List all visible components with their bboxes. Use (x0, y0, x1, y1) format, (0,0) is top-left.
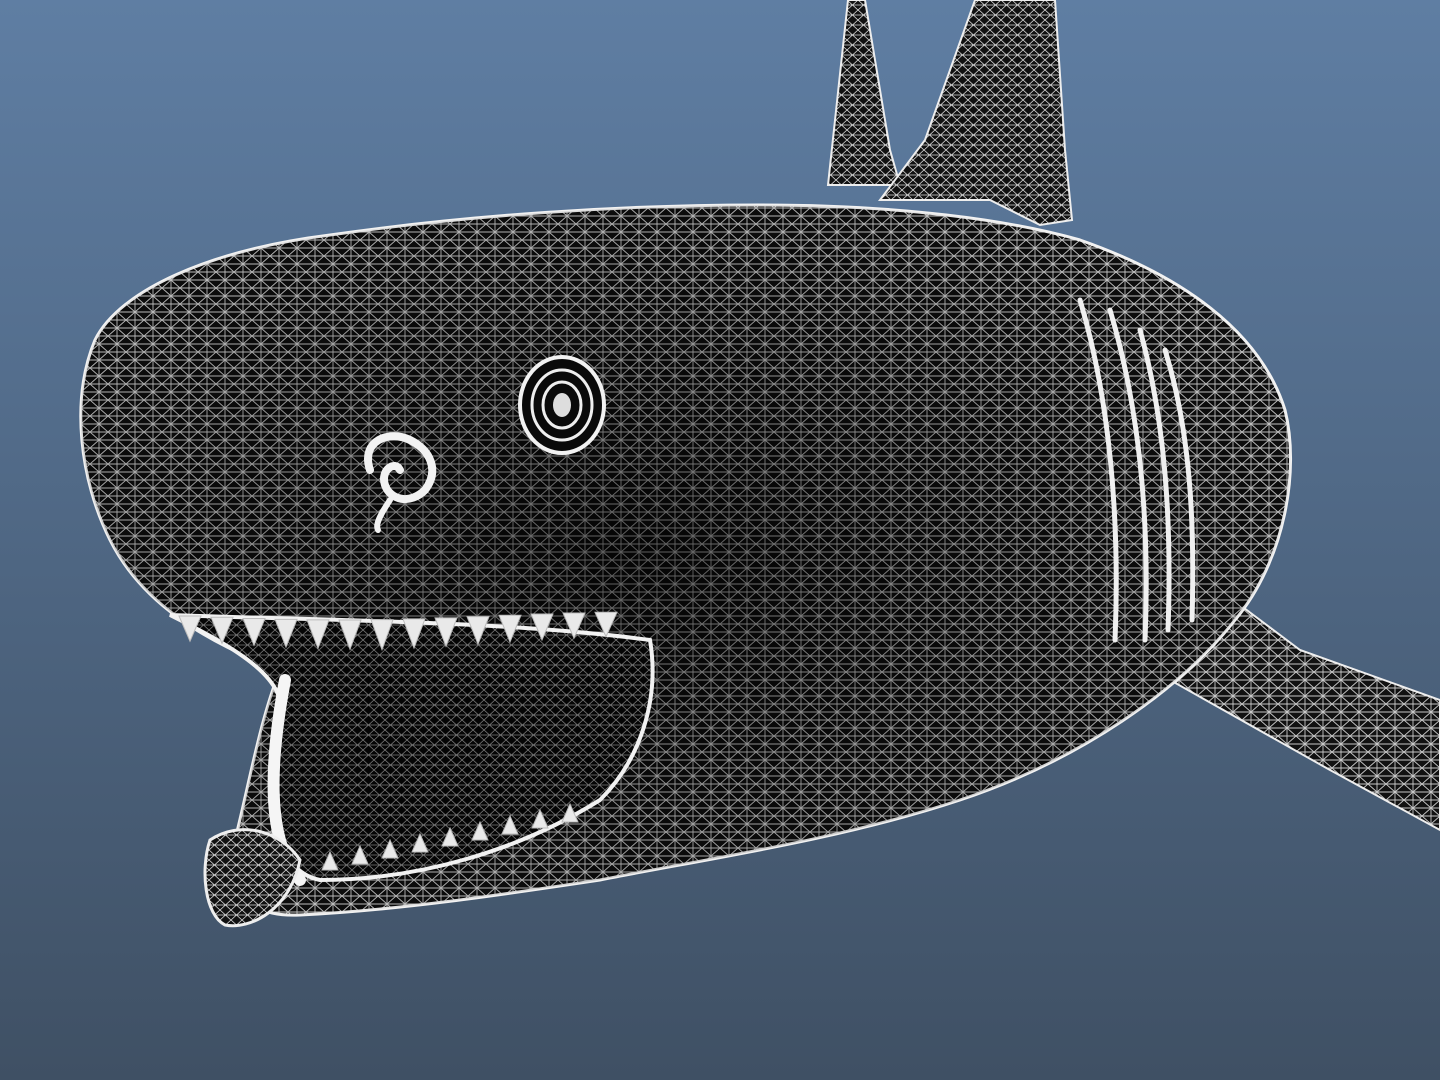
shark-eye (518, 355, 606, 455)
3d-viewport[interactable] (0, 0, 1440, 1080)
viewport-canvas[interactable] (0, 0, 1440, 1080)
